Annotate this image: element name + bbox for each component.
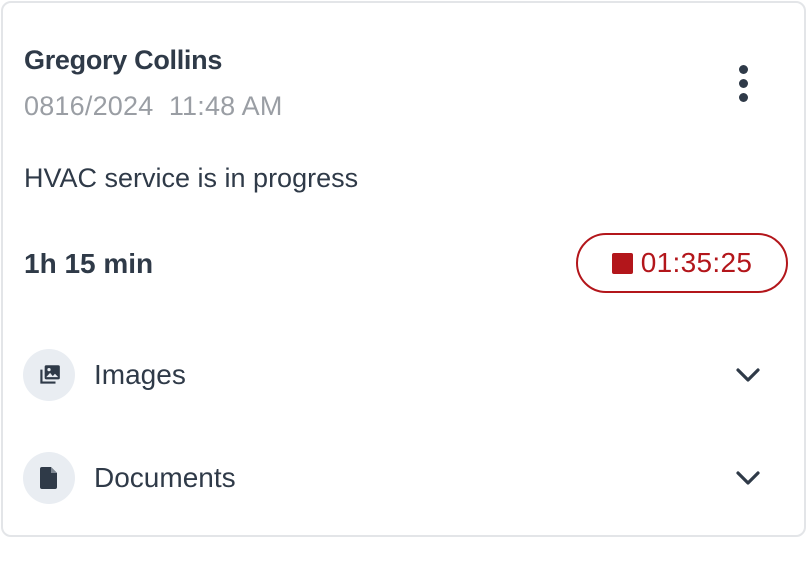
timer-value: 01:35:25 [640,247,753,278]
images-icon [23,349,75,401]
chevron-down-icon[interactable] [733,463,763,493]
images-section-label: Images [94,359,186,390]
documents-section-toggle[interactable]: Documents [23,450,763,506]
more-options-button[interactable] [725,61,761,105]
more-vertical-icon-dot [738,92,748,102]
job-description: HVAC service is in progress [24,163,359,193]
images-section-toggle[interactable]: Images [23,347,763,403]
documents-section-label: Documents [94,462,236,493]
job-duration: 1h 15 min [24,248,154,279]
chevron-down-icon[interactable] [733,360,763,390]
customer-name: Gregory Collins [24,45,223,75]
stop-icon [611,252,633,274]
stop-timer-button[interactable]: 01:35:25 [576,233,788,293]
document-icon [23,452,75,504]
more-vertical-icon-dot [738,78,748,88]
job-card: Gregory Collins 0816/2024 11:48 AM HVAC … [1,1,806,537]
more-vertical-icon [738,64,748,74]
job-datetime: 0816/2024 11:48 AM [24,91,283,121]
